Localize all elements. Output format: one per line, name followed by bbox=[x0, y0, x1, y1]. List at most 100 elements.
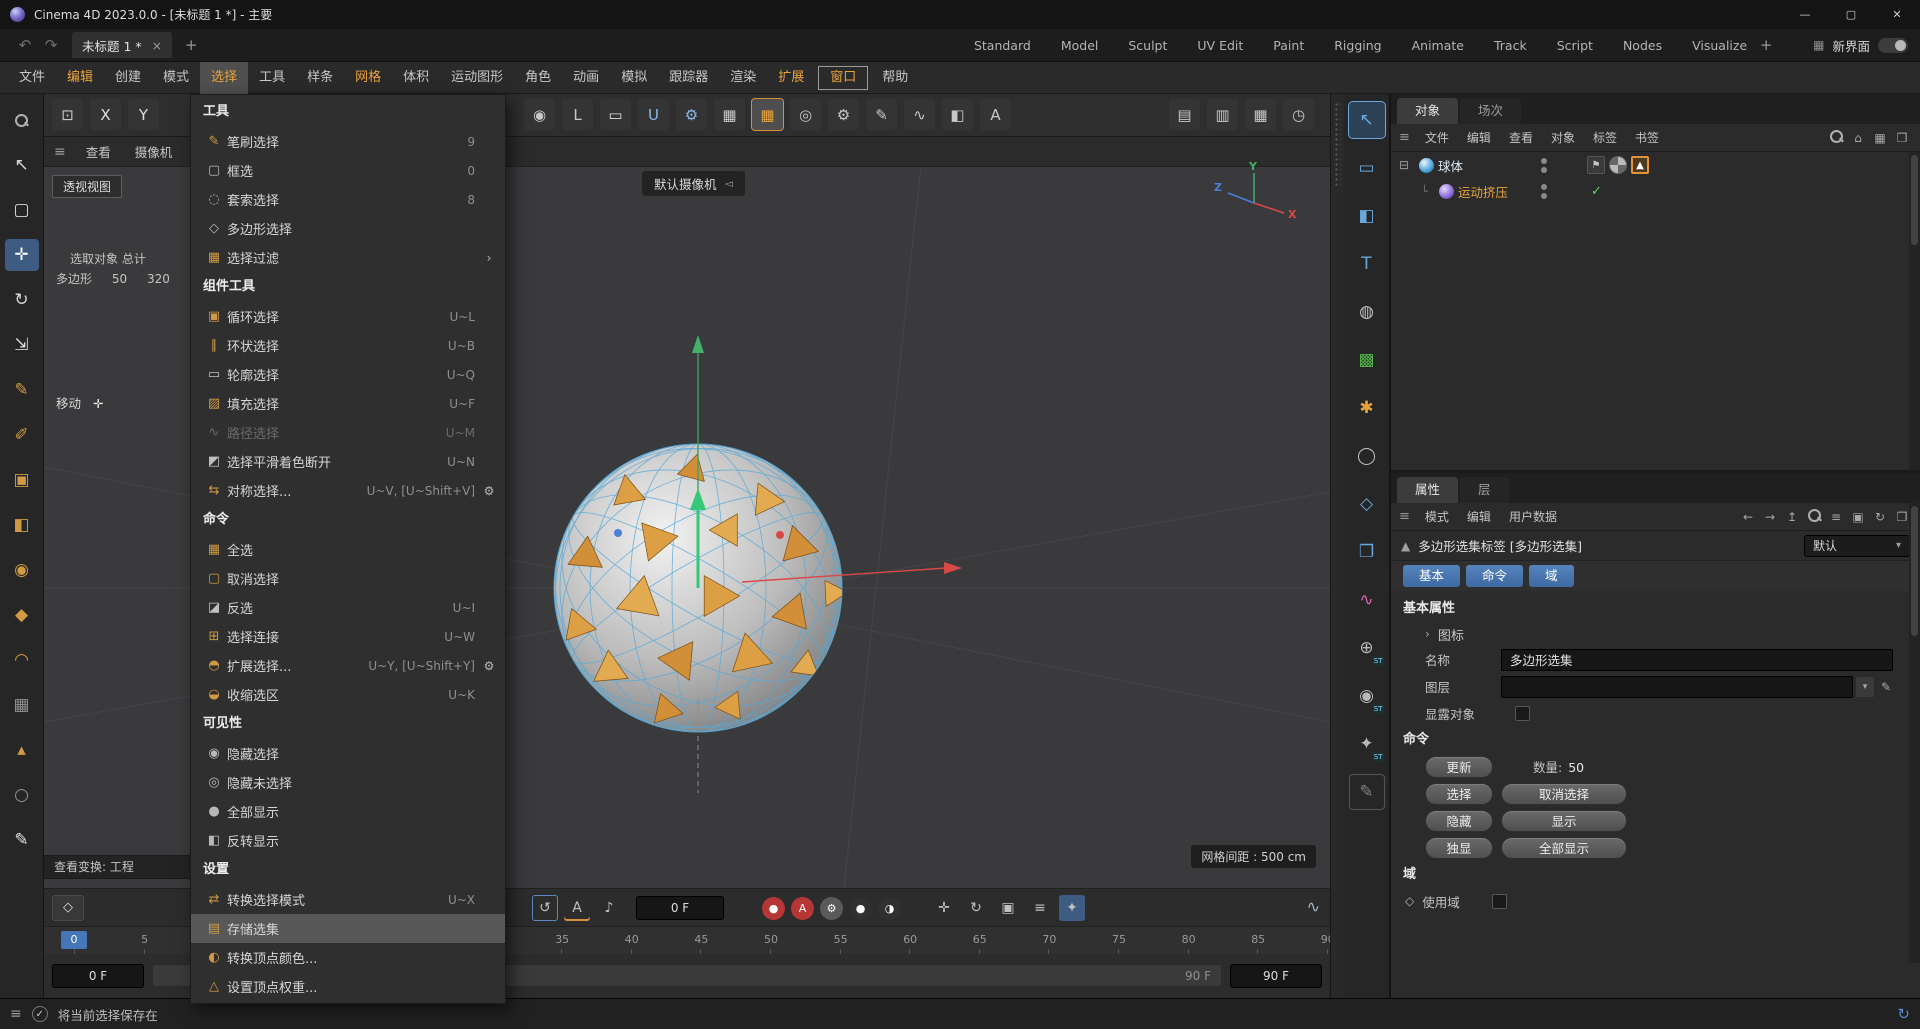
ruler-frame-40[interactable]: 40 bbox=[618, 933, 646, 946]
render-settings-icon[interactable]: ▦ bbox=[1245, 99, 1276, 130]
show-all-button[interactable]: 全部显示 bbox=[1501, 836, 1627, 859]
menu-item-1-2[interactable]: ▭ 轮廓选择 U~Q bbox=[191, 360, 505, 389]
wire-sphere-icon[interactable]: ◯ bbox=[1349, 438, 1385, 474]
render-view-icon[interactable]: ▤ bbox=[1169, 99, 1200, 130]
hide-button[interactable]: 隐藏 bbox=[1425, 809, 1493, 832]
phong-tag-icon[interactable] bbox=[1609, 156, 1627, 174]
camera-label[interactable]: 默认摄像机 ◅ bbox=[642, 171, 745, 196]
enabled-check-icon[interactable]: ✓ bbox=[1591, 184, 1602, 199]
menu-item-4-1[interactable]: ▤ 存储选集 bbox=[191, 914, 505, 943]
show-button[interactable]: 显示 bbox=[1501, 809, 1627, 832]
autokey-letter-icon[interactable]: A bbox=[564, 895, 590, 921]
ruler-frame-35[interactable]: 35 bbox=[548, 933, 576, 946]
menu-item-3-3[interactable]: ◧ 反转显示 bbox=[191, 826, 505, 855]
range-end-field[interactable]: 90 F bbox=[1230, 964, 1322, 988]
tree-row-sphere[interactable]: ⊟ 球体 ⚑ ▲ bbox=[1391, 152, 1920, 178]
om-search-icon[interactable] bbox=[1826, 129, 1846, 146]
am-menu-0[interactable]: 模式 bbox=[1416, 508, 1458, 525]
cube-icon[interactable]: ◧ bbox=[5, 509, 39, 541]
viewport-menu-camera[interactable]: 摄像机 bbox=[123, 142, 185, 161]
axis-gizmo[interactable]: Y X Z bbox=[1206, 159, 1302, 235]
tab-attributes[interactable]: 属性 bbox=[1397, 477, 1459, 503]
globe-st-icon[interactable]: ⊕ ST bbox=[1349, 630, 1385, 666]
checker-ball-icon[interactable]: ◍ bbox=[1349, 294, 1385, 330]
menubar-item-0[interactable]: 文件 bbox=[8, 62, 56, 94]
am-scrollbar[interactable] bbox=[1909, 503, 1920, 963]
box-select-icon[interactable]: ▢ bbox=[5, 194, 39, 226]
command-header[interactable]: 命令 bbox=[1391, 726, 1920, 753]
replay-icon[interactable]: ↻ bbox=[963, 895, 989, 921]
menu-item-1-6[interactable]: ⇆ 对称选择... U~V, [U~Shift+V] ⚙ bbox=[191, 476, 505, 505]
menu-item-0-3[interactable]: ◇ 多边形选择 bbox=[191, 214, 505, 243]
layout-animate[interactable]: Animate bbox=[1412, 38, 1464, 53]
rotate-icon[interactable]: ↻ bbox=[5, 284, 39, 316]
tree-row-motion-extrude[interactable]: └ 运动挤压 ✓ bbox=[1391, 178, 1920, 204]
menu-item-4-2[interactable]: ◐ 转换顶点颜色... bbox=[191, 943, 505, 972]
om-popout-icon[interactable]: ❐ bbox=[1892, 131, 1912, 145]
scale-icon[interactable]: ⇲ bbox=[5, 329, 39, 361]
menubar-item-12[interactable]: 模拟 bbox=[610, 62, 658, 94]
menu-item-0-0[interactable]: ✎ 笔刷选择 9 bbox=[191, 127, 505, 156]
om-menu-5[interactable]: 书签 bbox=[1626, 129, 1668, 146]
ruler-frame-55[interactable]: 55 bbox=[827, 933, 855, 946]
menu-item-4-0[interactable]: ⇄ 转换选择模式 U~X bbox=[191, 885, 505, 914]
sync-icon[interactable]: ↻ bbox=[1870, 510, 1890, 524]
axis-icon[interactable]: A bbox=[980, 99, 1011, 130]
snapshot-icon[interactable]: ▣ bbox=[995, 895, 1021, 921]
arc-icon[interactable]: ◠ bbox=[5, 644, 39, 676]
spline-pen-icon[interactable]: ✎ bbox=[866, 99, 897, 130]
layout-script[interactable]: Script bbox=[1557, 38, 1593, 53]
menubar-item-11[interactable]: 动画 bbox=[562, 62, 610, 94]
spline-smooth-icon[interactable]: ∿ bbox=[904, 99, 935, 130]
om-menu-4[interactable]: 标签 bbox=[1584, 129, 1626, 146]
key-filter-icon[interactable]: ✦ bbox=[1059, 895, 1085, 921]
polygon-selection-tag-icon[interactable]: ▲ bbox=[1631, 156, 1649, 174]
basic-properties-header[interactable]: 基本属性 bbox=[1391, 595, 1920, 622]
layout-paint[interactable]: Paint bbox=[1273, 38, 1304, 53]
menu-item-2-1[interactable]: ▢ 取消选择 bbox=[191, 564, 505, 593]
minimize-button[interactable]: — bbox=[1782, 0, 1828, 29]
rotation-key-icon[interactable]: ◑ bbox=[878, 896, 901, 920]
gear-circle-icon[interactable]: ⚙ bbox=[828, 99, 859, 130]
ruler-frame-0[interactable]: 0 bbox=[61, 931, 87, 949]
menu-item-1-5[interactable]: ◩ 选择平滑着色断开 U~N bbox=[191, 447, 505, 476]
parent-up-icon[interactable]: ↥ bbox=[1782, 510, 1802, 524]
menubar-item-7[interactable]: 网格 bbox=[344, 62, 392, 94]
om-menu-1[interactable]: 编辑 bbox=[1458, 129, 1500, 146]
forward-icon[interactable]: → bbox=[1760, 510, 1780, 524]
visibility-dots[interactable] bbox=[1541, 183, 1547, 199]
menubar-item-6[interactable]: 样条 bbox=[296, 62, 344, 94]
tab-takes[interactable]: 场次 bbox=[1460, 98, 1522, 124]
menu-item-1-3[interactable]: ▨ 填充选择 U~F bbox=[191, 389, 505, 418]
status-hamburger-icon[interactable]: ≡ bbox=[10, 1006, 22, 1022]
object-label[interactable]: 运动挤压 bbox=[1458, 182, 1508, 201]
menubar-item-8[interactable]: 体积 bbox=[392, 62, 440, 94]
menubar-item-2[interactable]: 创建 bbox=[104, 62, 152, 94]
grid-icon[interactable]: ▦ bbox=[714, 99, 745, 130]
fcurve-icon[interactable]: ∿ bbox=[1307, 897, 1320, 916]
lock-icon[interactable]: ▣ bbox=[1848, 510, 1868, 524]
undo-icon[interactable]: ↶ bbox=[12, 36, 38, 54]
select-icon[interactable]: ↖ bbox=[5, 149, 39, 181]
expose-checkbox[interactable] bbox=[1515, 705, 1530, 721]
layout-model[interactable]: Model bbox=[1061, 38, 1099, 53]
menu-item-2-0[interactable]: ▦ 全选 bbox=[191, 535, 505, 564]
workplane-icon[interactable]: L bbox=[562, 99, 593, 130]
cube-tool-icon[interactable]: ◧ bbox=[1349, 198, 1385, 234]
viewport-menu-view[interactable]: 查看 bbox=[74, 142, 123, 161]
menubar-item-4[interactable]: 选择 bbox=[200, 61, 249, 94]
menu-item-2-5[interactable]: ◒ 收缩选区 U~K bbox=[191, 680, 505, 709]
menu-item-0-2[interactable]: ◌ 套索选择 8 bbox=[191, 185, 505, 214]
ruler-frame-65[interactable]: 65 bbox=[966, 933, 994, 946]
tab-command[interactable]: 命令 bbox=[1466, 565, 1524, 587]
am-filter-icon[interactable]: ≡ bbox=[1826, 510, 1846, 524]
close-button[interactable]: ✕ bbox=[1874, 0, 1920, 29]
camera-st-icon[interactable]: ◉ ST bbox=[1349, 678, 1385, 714]
om-grid-icon[interactable]: ▦ bbox=[1870, 131, 1890, 145]
update-button[interactable]: 更新 bbox=[1425, 755, 1493, 778]
axis-center-icon[interactable]: ◆ bbox=[5, 599, 39, 631]
circle-icon[interactable]: ◎ bbox=[790, 99, 821, 130]
close-tab-icon[interactable]: × bbox=[152, 38, 162, 53]
menubar-item-16[interactable]: 窗口 bbox=[818, 65, 869, 90]
new-ui-control[interactable]: ▦ 新界面 bbox=[1813, 36, 1908, 55]
